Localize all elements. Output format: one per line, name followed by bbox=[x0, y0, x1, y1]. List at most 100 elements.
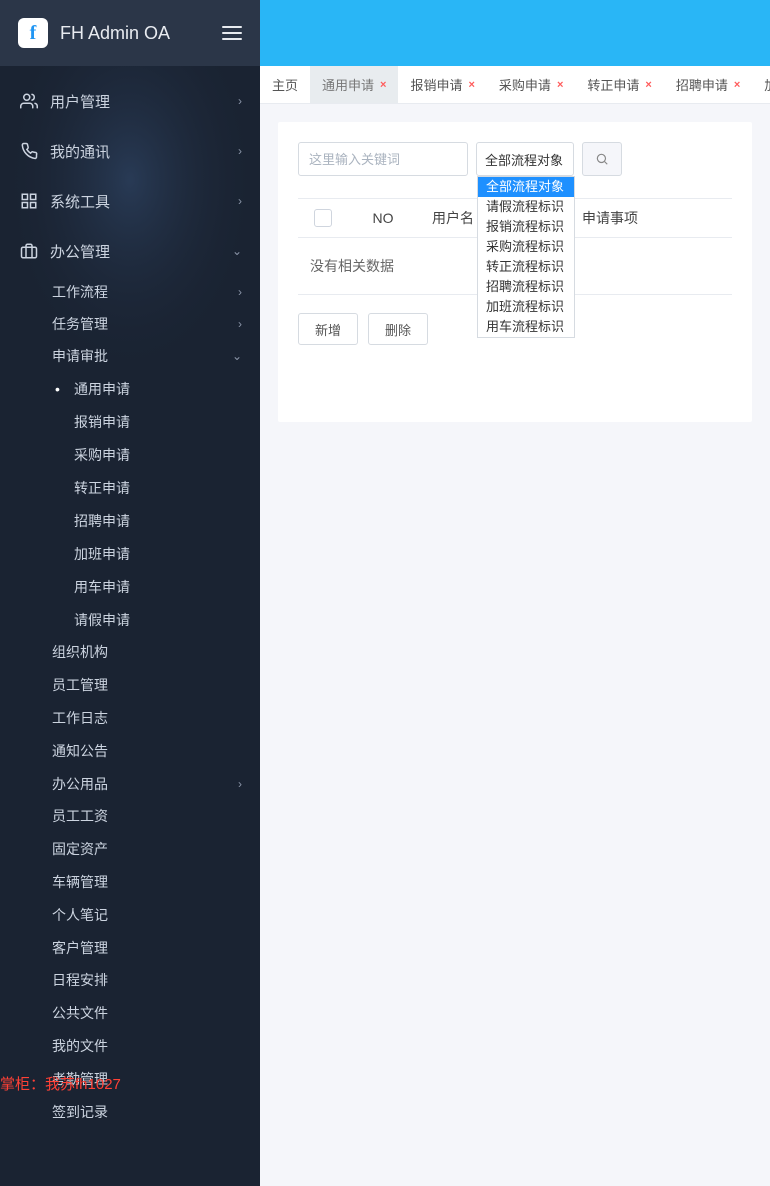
tab-label: 招聘申请 bbox=[676, 75, 728, 94]
process-select[interactable]: 全部流程对象 全部流程对象请假流程标识报销流程标识采购流程标识转正流程标识招聘流… bbox=[476, 142, 574, 176]
select-value: 全部流程对象 bbox=[485, 150, 563, 169]
tab-label: 主页 bbox=[272, 75, 298, 94]
nav-sub-我的文件[interactable]: 我的文件 bbox=[0, 1030, 260, 1063]
nav-item-用户管理[interactable]: 用户管理› bbox=[0, 76, 260, 126]
nav-sub-label: 员工管理 bbox=[52, 675, 108, 695]
chevron-right-icon: › bbox=[238, 144, 242, 158]
nav-sub2-label: 采购申请 bbox=[74, 445, 130, 465]
chevron-right-icon: › bbox=[238, 285, 242, 299]
nav-sub2-招聘申请[interactable]: 招聘申请 bbox=[0, 504, 260, 537]
tab-报销申请[interactable]: 报销申请 × bbox=[398, 66, 486, 104]
chevron-right-icon: › bbox=[238, 777, 242, 791]
select-all-checkbox[interactable] bbox=[314, 209, 332, 227]
nav-label: 我的通讯 bbox=[50, 141, 110, 162]
dropdown-option[interactable]: 采购流程标识 bbox=[478, 237, 574, 257]
close-icon[interactable]: × bbox=[468, 79, 474, 91]
nav-sub2-通用申请[interactable]: 通用申请 bbox=[0, 372, 260, 405]
nav-sub-label: 组织机构 bbox=[52, 642, 108, 662]
nav-sub-label: 我的文件 bbox=[52, 1036, 108, 1056]
close-icon[interactable]: × bbox=[645, 79, 651, 91]
tab-label: 加班 bbox=[764, 75, 770, 94]
nav-sub-任务管理[interactable]: 任务管理› bbox=[0, 308, 260, 340]
dropdown-option[interactable]: 转正流程标识 bbox=[478, 257, 574, 277]
nav-sub-公共文件[interactable]: 公共文件 bbox=[0, 997, 260, 1030]
nav-sub-签到记录[interactable]: 签到记录 bbox=[0, 1095, 260, 1128]
tab-label: 通用申请 bbox=[322, 75, 374, 94]
close-icon[interactable]: × bbox=[557, 79, 563, 91]
app-title: FH Admin OA bbox=[60, 23, 222, 44]
nav-sub-label: 工作日志 bbox=[52, 708, 108, 728]
tabs-bar: 主页 通用申请 × 报销申请 × 采购申请 × 转正申请 × 招聘申请 × 加班 bbox=[260, 66, 770, 104]
nav-sub2-转正申请[interactable]: 转正申请 bbox=[0, 471, 260, 504]
chevron-right-icon: › bbox=[238, 94, 242, 108]
nav-item-系统工具[interactable]: 系统工具› bbox=[0, 176, 260, 226]
search-button[interactable] bbox=[582, 142, 622, 176]
hamburger-icon[interactable] bbox=[222, 26, 242, 40]
nav-sub-个人笔记[interactable]: 个人笔记 bbox=[0, 898, 260, 931]
nav-sub2-label: 加班申请 bbox=[74, 544, 130, 564]
nav-sub-工作日志[interactable]: 工作日志 bbox=[0, 702, 260, 735]
tab-label: 转正申请 bbox=[587, 75, 639, 94]
nav-sub-客户管理[interactable]: 客户管理 bbox=[0, 931, 260, 964]
nav-sub-办公用品[interactable]: 办公用品 › bbox=[0, 767, 260, 800]
nav-sub-label: 固定资产 bbox=[52, 839, 108, 859]
nav-sub-label: 工作流程 bbox=[52, 282, 108, 302]
nav-sub-员工工资[interactable]: 员工工资 bbox=[0, 800, 260, 833]
dropdown-option[interactable]: 招聘流程标识 bbox=[478, 277, 574, 297]
nav-sub-员工管理[interactable]: 员工管理 bbox=[0, 669, 260, 702]
dropdown-option[interactable]: 全部流程对象 bbox=[478, 177, 574, 197]
nav-sub2-用车申请[interactable]: 用车申请 bbox=[0, 570, 260, 603]
close-icon[interactable]: × bbox=[734, 79, 740, 91]
phone-icon bbox=[18, 142, 40, 160]
watermark-text: 掌柜：我苏fh1027 bbox=[0, 1073, 121, 1094]
tab-转正申请[interactable]: 转正申请 × bbox=[575, 66, 663, 104]
chevron-down-icon: ⌄ bbox=[232, 349, 242, 363]
nav-sub2-label: 通用申请 bbox=[74, 379, 130, 399]
nav-item-我的通讯[interactable]: 我的通讯 › bbox=[0, 126, 260, 176]
nav-sub-label: 车辆管理 bbox=[52, 872, 108, 892]
tab-采购申请[interactable]: 采购申请 × bbox=[487, 66, 575, 104]
nav-sub2-label: 请假申请 bbox=[74, 610, 130, 630]
nav-sub2-label: 用车申请 bbox=[74, 577, 130, 597]
nav-sub2-报销申请[interactable]: 报销申请 bbox=[0, 405, 260, 438]
nav-sub-工作流程[interactable]: 工作流程 › bbox=[0, 276, 260, 308]
tab-招聘申请[interactable]: 招聘申请 × bbox=[664, 66, 752, 104]
nav-item-办公管理[interactable]: 办公管理⌄ bbox=[0, 226, 260, 276]
nav-sub2-label: 招聘申请 bbox=[74, 511, 130, 531]
close-icon[interactable]: × bbox=[380, 79, 386, 91]
tab-label: 报销申请 bbox=[410, 75, 462, 94]
tab-label: 采购申请 bbox=[499, 75, 551, 94]
nav-sub-label: 申请审批 bbox=[52, 346, 108, 366]
dropdown-option[interactable]: 加班流程标识 bbox=[478, 297, 574, 317]
tab-通用申请[interactable]: 通用申请 × bbox=[310, 66, 398, 104]
dropdown-option[interactable]: 请假流程标识 bbox=[478, 197, 574, 217]
nav-sub-车辆管理[interactable]: 车辆管理 bbox=[0, 866, 260, 899]
nav-sub-label: 办公用品 bbox=[52, 774, 108, 794]
delete-button[interactable]: 删除 bbox=[368, 313, 428, 345]
process-dropdown: 全部流程对象请假流程标识报销流程标识采购流程标识转正流程标识招聘流程标识加班流程… bbox=[477, 176, 575, 338]
grid-icon bbox=[18, 192, 40, 210]
search-icon bbox=[595, 152, 609, 166]
nav-sub2-加班申请[interactable]: 加班申请 bbox=[0, 537, 260, 570]
nav-sub-label: 日程安排 bbox=[52, 970, 108, 990]
nav-label: 办公管理 bbox=[50, 241, 110, 262]
tab-主页[interactable]: 主页 bbox=[260, 66, 310, 104]
chevron-right-icon: › bbox=[238, 317, 242, 331]
nav-sub-label: 公共文件 bbox=[52, 1003, 108, 1023]
nav-sub-申请审批[interactable]: 申请审批 ⌄ bbox=[0, 340, 260, 372]
search-row: 全部流程对象 全部流程对象请假流程标识报销流程标识采购流程标识转正流程标识招聘流… bbox=[298, 142, 732, 176]
nav-sub2-请假申请[interactable]: 请假申请 bbox=[0, 603, 260, 636]
dropdown-option[interactable]: 报销流程标识 bbox=[478, 217, 574, 237]
nav-sub-固定资产[interactable]: 固定资产 bbox=[0, 833, 260, 866]
nav-sub-label: 签到记录 bbox=[52, 1102, 108, 1122]
nav-sub-通知公告[interactable]: 通知公告 bbox=[0, 734, 260, 767]
topbar bbox=[260, 0, 770, 66]
add-button[interactable]: 新增 bbox=[298, 313, 358, 345]
dropdown-option[interactable]: 用车流程标识 bbox=[478, 317, 574, 337]
nav-sub-组织机构[interactable]: 组织机构 bbox=[0, 636, 260, 669]
panel: 全部流程对象 全部流程对象请假流程标识报销流程标识采购流程标识转正流程标识招聘流… bbox=[278, 122, 752, 422]
nav-sub-日程安排[interactable]: 日程安排 bbox=[0, 964, 260, 997]
search-input[interactable] bbox=[298, 142, 468, 176]
tab-加班[interactable]: 加班 bbox=[752, 66, 770, 104]
nav-sub2-采购申请[interactable]: 采购申请 bbox=[0, 438, 260, 471]
